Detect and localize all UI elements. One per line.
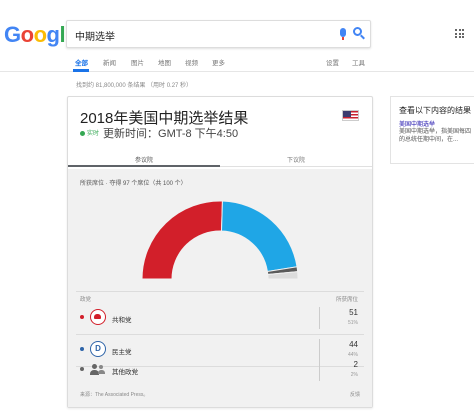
party-seats: 2 [353, 360, 358, 369]
side-snippet: 美国中期选举，指美国每四 的总统任期中间，在... [399, 128, 474, 144]
party-color-dot [80, 315, 84, 319]
logo-letter: o [33, 22, 47, 47]
party-color-dot [80, 347, 84, 351]
seat-chart [141, 200, 299, 280]
tab-settings[interactable]: 设置 [326, 57, 339, 67]
tab-more[interactable]: 更多 [212, 57, 225, 67]
party-pct: 51% [347, 320, 358, 326]
apps-grid-icon[interactable] [455, 29, 464, 38]
people-icon [90, 361, 106, 377]
live-dot-icon [80, 131, 85, 136]
mic-icon[interactable] [339, 28, 347, 40]
search-tabs: 全部 新闻 图片 地图 视频 更多 设置 工具 [0, 50, 474, 72]
party-row-other[interactable]: 其他政党 2 2% [76, 355, 364, 385]
tab-maps[interactable]: 地图 [158, 57, 171, 67]
tab-all[interactable]: 全部 [75, 57, 88, 67]
see-results-about-card: 查看以下内容的结果 美国中期选举 美国中期选举，指美国每四 的总统任期中间，在.… [390, 96, 474, 164]
tab-news[interactable]: 新闻 [103, 57, 116, 67]
search-box[interactable]: 中期选举 [66, 20, 371, 48]
tab-senate[interactable]: 参议院 [68, 155, 220, 164]
tab-tools[interactable]: 工具 [352, 57, 365, 67]
tab-house[interactable]: 下议院 [220, 155, 372, 164]
col-seats-header: 所获席位 [335, 297, 358, 303]
side-result-link[interactable]: 美国中期选举 [399, 119, 435, 128]
active-tab-indicator [73, 69, 89, 72]
side-snippet-line: 的总统任期中间，在... [399, 137, 459, 143]
source-attribution: 来源：The Associated Press。 [80, 392, 149, 398]
election-results-card: 2018年美国中期选举结果 实时 更新时间：GMT-8 下午4:50 参议院 下议… [67, 96, 373, 408]
row-divider [319, 307, 320, 329]
party-seats: 51 [349, 308, 358, 317]
search-icon[interactable] [353, 27, 366, 40]
chamber-tabs: 参议院 下议院 [68, 149, 372, 167]
col-party-header: 政党 [80, 297, 92, 303]
party-pct: 2% [350, 372, 358, 378]
updated-time: 更新时间：GMT-8 下午4:50 [103, 128, 239, 140]
party-row-republican[interactable]: 共和党 51 51% [76, 303, 364, 333]
logo-letter: G [4, 22, 21, 47]
republican-elephant-icon [90, 309, 106, 325]
search-input[interactable]: 中期选举 [75, 28, 115, 43]
divider [76, 291, 364, 292]
result-stats: 找到约 81,800,000 条结果 （用时 0.27 秒） [76, 83, 193, 89]
tab-videos[interactable]: 视频 [185, 57, 198, 67]
logo-letter: g [46, 22, 60, 47]
active-chamber-indicator [68, 165, 220, 167]
chart-slice-0 [141, 200, 223, 280]
top-bar: Google 中期选举 全部 新闻 图片 地图 视频 更多 设置 工具 [0, 0, 474, 72]
feedback-link[interactable]: 反馈 [350, 391, 360, 398]
live-label: 实时 [87, 131, 100, 137]
side-title: 查看以下内容的结果 [399, 106, 471, 115]
row-divider [319, 359, 320, 381]
results-panel: 所获席位 · 夺得 97 个席位（共 100 个） 政党 所获席位 共和党 51… [68, 169, 372, 407]
logo-letter: o [20, 22, 34, 47]
party-name: 共和党 [112, 317, 132, 324]
side-snippet-line: 美国中期选举，指美国每四 [399, 129, 472, 135]
us-flag-icon [342, 110, 359, 121]
party-name: 其他政党 [112, 369, 138, 376]
chart-slice-1 [220, 200, 298, 273]
live-update-row: 实时 更新时间：GMT-8 下午4:50 [80, 125, 238, 141]
seats-summary: 所获席位 · 夺得 97 个席位（共 100 个） [80, 181, 187, 187]
tab-images[interactable]: 图片 [131, 57, 144, 67]
party-color-dot [80, 367, 84, 371]
party-seats: 44 [349, 340, 358, 349]
